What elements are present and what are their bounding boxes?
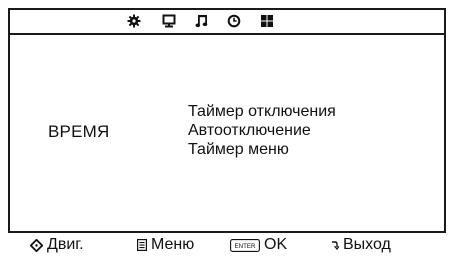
enter-key-label: ENTER	[235, 243, 257, 250]
key-hint-bar: Двиг. Меню ENTER OK Выход	[0, 233, 455, 257]
gear-icon	[127, 14, 141, 28]
tab-picture[interactable]	[160, 13, 178, 29]
hint-exit: Выход	[331, 236, 391, 254]
hint-exit-label: Выход	[343, 236, 391, 253]
tab-settings[interactable]	[125, 13, 143, 29]
tab-sound[interactable]	[193, 13, 211, 29]
hint-move: Двиг.	[30, 236, 84, 254]
menu-item-menu-timer[interactable]: Таймер меню	[188, 140, 336, 159]
hint-move-label: Двиг.	[47, 236, 84, 253]
music-note-icon	[195, 15, 208, 28]
tv-menu-screen: ВРЕМЯ Таймер отключения Автоотключение Т…	[8, 8, 446, 233]
hint-menu-label: Меню	[151, 236, 195, 253]
hint-ok-label: OK	[264, 236, 288, 253]
back-icon	[331, 240, 339, 250]
time-menu-list: Таймер отключения Автоотключение Таймер …	[188, 102, 336, 159]
grid-icon	[261, 15, 273, 27]
menu-icon	[137, 239, 147, 251]
menu-item-auto-off[interactable]: Автоотключение	[188, 121, 336, 140]
menu-tab-bar	[10, 10, 444, 35]
monitor-icon	[162, 14, 176, 28]
hint-ok: ENTER OK	[230, 236, 287, 254]
tab-time[interactable]	[225, 13, 243, 29]
dpad-icon	[30, 238, 43, 252]
clock-icon	[227, 14, 241, 28]
hint-menu: Меню	[137, 236, 194, 254]
menu-item-sleep-timer[interactable]: Таймер отключения	[188, 102, 336, 121]
section-title: ВРЕМЯ	[48, 122, 110, 141]
enter-key-icon: ENTER	[230, 238, 260, 252]
tab-features[interactable]	[258, 13, 276, 29]
